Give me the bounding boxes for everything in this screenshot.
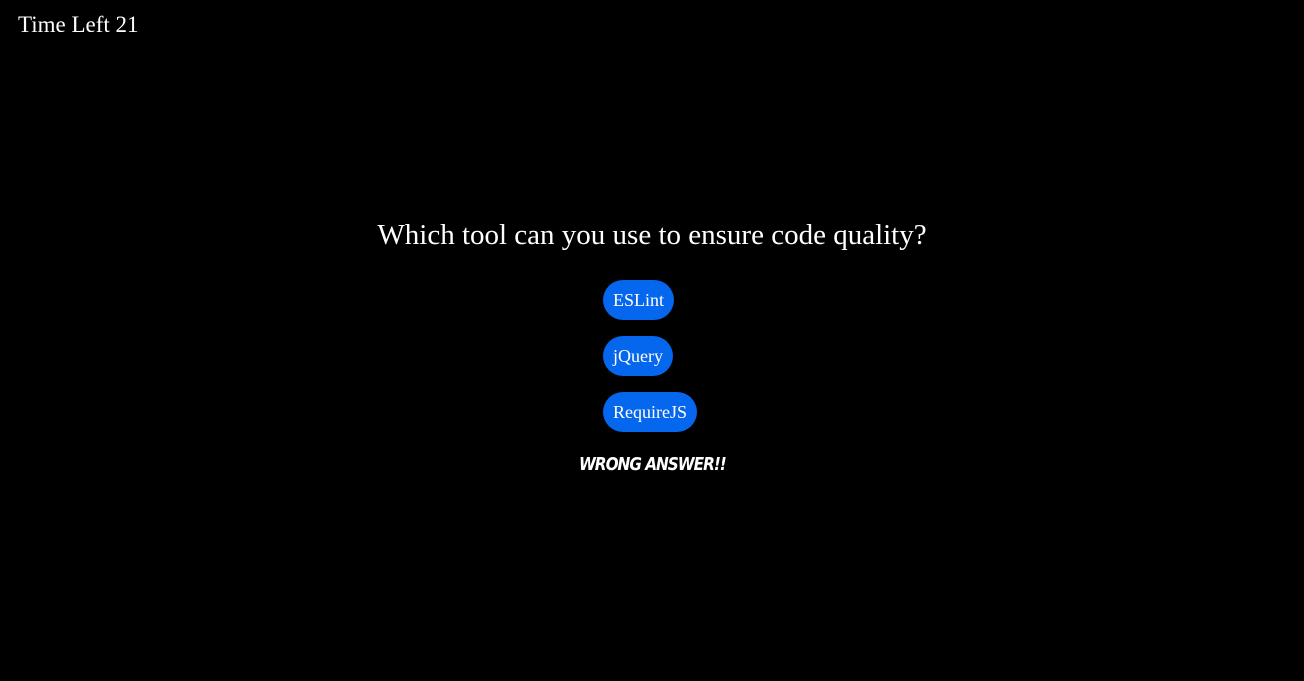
answer-button-jquery[interactable]: jQuery: [603, 336, 673, 376]
answer-choices: ESLint jQuery RequireJS: [603, 280, 701, 432]
quiz-container: Which tool can you use to ensure code qu…: [0, 216, 1304, 476]
answer-feedback: WRONG ANSWER!!: [578, 454, 727, 475]
question-text: Which tool can you use to ensure code qu…: [377, 219, 927, 251]
answer-button-eslint[interactable]: ESLint: [603, 280, 675, 320]
answer-button-requirejs[interactable]: RequireJS: [603, 392, 697, 432]
time-left-counter: Time Left 21: [18, 12, 139, 37]
